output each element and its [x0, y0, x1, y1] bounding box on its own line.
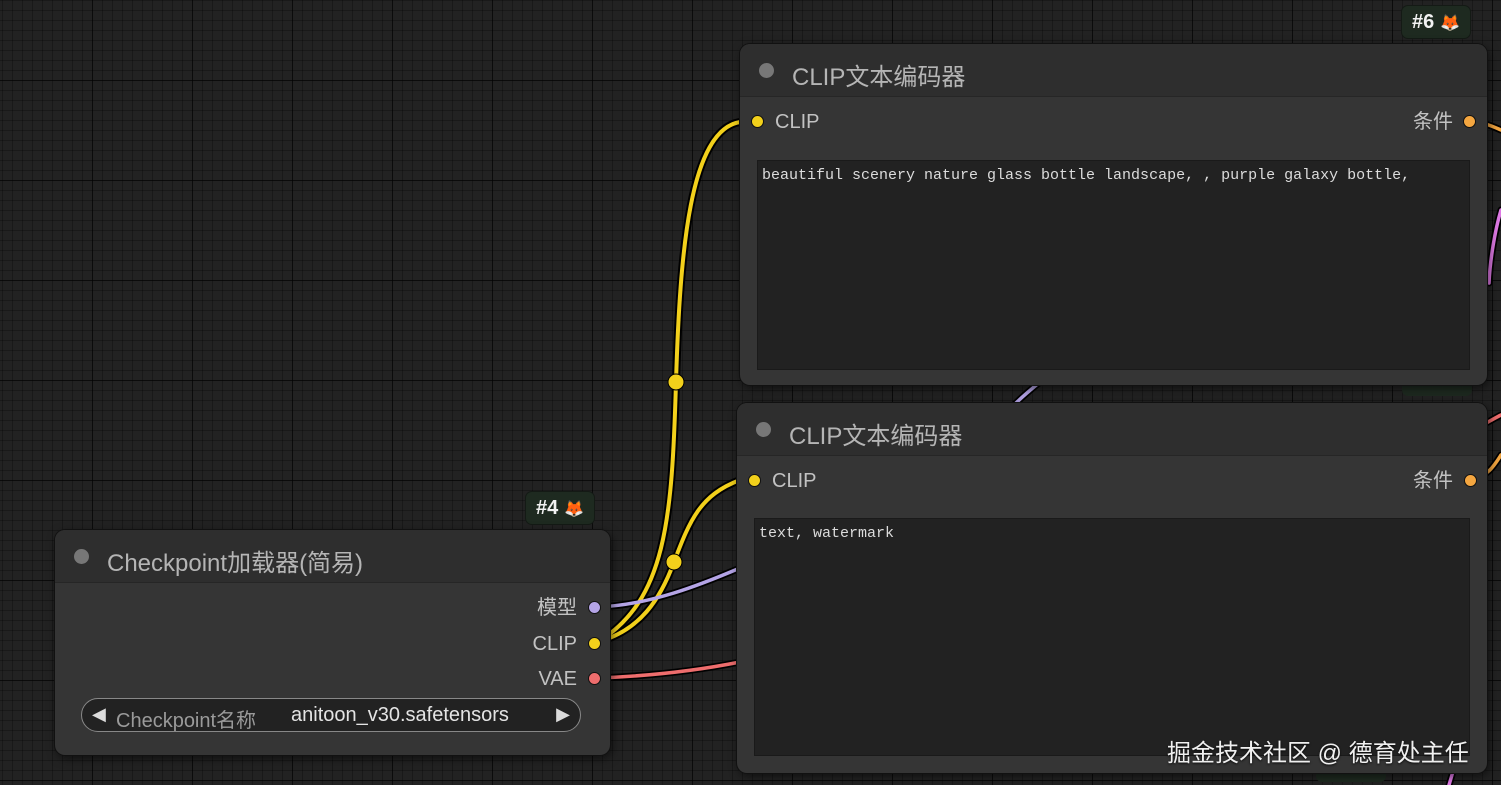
clip-output-label: CLIP	[532, 633, 577, 655]
prompt-textarea[interactable]: beautiful scenery nature glass bottle la…	[757, 160, 1470, 370]
node-title-bar[interactable]: CLIP文本编码器	[740, 44, 1487, 97]
clip-input-socket[interactable]	[751, 115, 764, 128]
fox-icon: 🦊	[564, 501, 585, 518]
vae-output-label: VAE	[538, 668, 577, 690]
prompt-textarea[interactable]: text, watermark	[754, 518, 1470, 756]
combo-next-arrow-icon[interactable]: ▶	[556, 704, 570, 725]
node-title-bar[interactable]: CLIP文本编码器	[737, 403, 1487, 456]
site-watermark: 掘金技术社区 @ 德育处主任	[1167, 740, 1469, 767]
conditioning-output-socket[interactable]	[1464, 474, 1477, 487]
fox-icon: 🦊	[1440, 15, 1461, 32]
collapse-dot-icon[interactable]	[74, 549, 89, 564]
combo-value[interactable]: anitoon_v30.safetensors	[291, 704, 509, 727]
clip-input-label: CLIP	[772, 470, 817, 492]
reroute-point	[667, 373, 685, 391]
combo-label: Checkpoint名称	[116, 710, 257, 732]
node-id-text: #4	[536, 497, 559, 519]
combo-prev-arrow-icon[interactable]: ◀	[92, 704, 106, 725]
checkpoint-name-combo[interactable]: ◀ Checkpoint名称 anitoon_v30.safetensors ▶	[81, 698, 581, 732]
node-id-badge: #6 🦊	[1402, 6, 1471, 38]
collapse-dot-icon[interactable]	[759, 63, 774, 78]
node-id-badge: #4 🦊	[526, 492, 595, 524]
vae-output-socket[interactable]	[588, 672, 601, 685]
node-title: CLIP文本编码器	[789, 423, 963, 450]
model-output-socket[interactable]	[588, 601, 601, 614]
clip-text-encode-node-negative[interactable]: CLIP文本编码器 CLIP 条件 text, watermark	[737, 403, 1487, 773]
node-title: CLIP文本编码器	[792, 64, 966, 91]
conditioning-output-label: 条件	[1413, 470, 1453, 492]
conditioning-output-label: 条件	[1413, 111, 1453, 133]
collapse-dot-icon[interactable]	[756, 422, 771, 437]
checkpoint-loader-node[interactable]: Checkpoint加载器(简易) 模型 CLIP VAE ◀ Checkpoi…	[55, 530, 610, 755]
node-id-text: #6	[1412, 11, 1435, 33]
reroute-point	[665, 553, 683, 571]
clip-input-socket[interactable]	[748, 474, 761, 487]
node-title: Checkpoint加载器(简易)	[107, 550, 364, 577]
clip-text-encode-node-positive[interactable]: CLIP文本编码器 CLIP 条件 beautiful scenery natu…	[740, 44, 1487, 385]
conditioning-output-socket[interactable]	[1463, 115, 1476, 128]
model-output-label: 模型	[537, 597, 577, 619]
clip-input-label: CLIP	[775, 111, 820, 133]
clip-output-socket[interactable]	[588, 637, 601, 650]
node-title-bar[interactable]: Checkpoint加载器(简易)	[55, 530, 610, 583]
